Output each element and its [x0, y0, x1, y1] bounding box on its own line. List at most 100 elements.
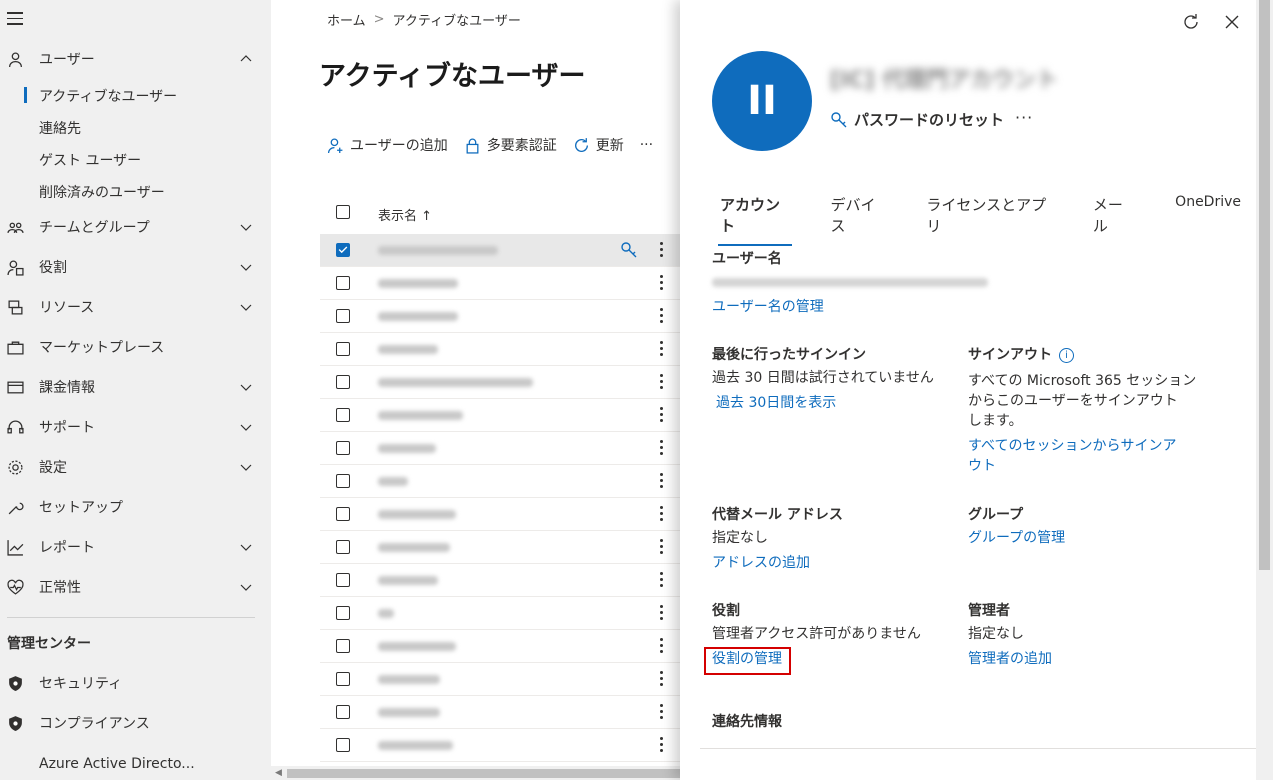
nav-item-roles[interactable]: 役割: [0, 253, 271, 281]
close-icon[interactable]: [1224, 14, 1240, 30]
row-more-icon[interactable]: [660, 605, 664, 621]
row-display-name[interactable]: [378, 576, 438, 585]
table-row[interactable]: [320, 432, 690, 465]
row-more-icon[interactable]: [660, 704, 664, 720]
nav-item-settings[interactable]: 設定: [0, 453, 271, 481]
row-checkbox[interactable]: [336, 474, 350, 488]
refresh-icon[interactable]: [1182, 13, 1200, 31]
table-row[interactable]: [320, 366, 690, 399]
table-row[interactable]: [320, 399, 690, 432]
sidebar-subitem-guest-users[interactable]: ゲスト ユーザー: [0, 146, 271, 172]
row-checkbox[interactable]: [336, 276, 350, 290]
nav-item-compliance[interactable]: コンプライアンス: [0, 709, 271, 737]
table-row[interactable]: [320, 531, 690, 564]
row-display-name[interactable]: [378, 708, 440, 717]
scroll-thumb[interactable]: [1259, 0, 1270, 570]
add-user-button[interactable]: ユーザーの追加: [327, 135, 448, 155]
hamburger-menu-icon[interactable]: [7, 12, 23, 26]
signout-all-sessions-link-cont[interactable]: ウト: [968, 456, 996, 476]
row-checkbox[interactable]: [336, 705, 350, 719]
mfa-button[interactable]: 多要素認証: [464, 135, 557, 155]
more-commands-button[interactable]: ···: [640, 137, 653, 153]
row-display-name[interactable]: [378, 609, 394, 618]
row-display-name[interactable]: [378, 477, 408, 486]
row-checkbox[interactable]: [336, 309, 350, 323]
nav-item-billing[interactable]: 課金情報: [0, 373, 271, 401]
info-icon[interactable]: i: [1059, 348, 1074, 363]
nav-item-setup[interactable]: セットアップ: [0, 493, 271, 521]
table-row[interactable]: [320, 498, 690, 531]
scroll-left-icon[interactable]: ◀: [275, 768, 282, 778]
row-more-icon[interactable]: [660, 539, 664, 555]
row-display-name[interactable]: [378, 543, 450, 552]
row-more-icon[interactable]: [660, 440, 664, 456]
tab-account[interactable]: アカウント: [712, 194, 798, 246]
horizontal-scrollbar[interactable]: ◀: [271, 766, 687, 780]
table-row[interactable]: [320, 729, 690, 762]
signout-all-sessions-link[interactable]: すべてのセッションからサインア: [968, 436, 1176, 456]
row-more-icon[interactable]: [660, 341, 664, 357]
row-display-name[interactable]: [378, 510, 456, 519]
row-checkbox[interactable]: [336, 408, 350, 422]
row-more-icon[interactable]: [660, 506, 664, 522]
row-display-name[interactable]: [378, 642, 456, 651]
row-checkbox[interactable]: [336, 672, 350, 686]
row-more-icon[interactable]: [660, 374, 664, 390]
row-more-icon[interactable]: [660, 638, 664, 654]
row-more-icon[interactable]: [660, 275, 664, 291]
nav-item-resources[interactable]: リソース: [0, 293, 271, 321]
sidebar-subitem-active-users[interactable]: アクティブなユーザー: [0, 82, 271, 108]
nav-item-security[interactable]: セキュリティ: [0, 669, 271, 697]
nav-item-teams-groups[interactable]: チームとグループ: [0, 213, 271, 241]
row-display-name[interactable]: [378, 378, 533, 387]
tab-mail[interactable]: メール: [1085, 194, 1143, 244]
breadcrumb-home[interactable]: ホーム: [327, 10, 366, 29]
row-display-name[interactable]: [378, 312, 458, 321]
vertical-scrollbar[interactable]: [1256, 0, 1273, 780]
row-checkbox[interactable]: [336, 606, 350, 620]
view-last-30-days-link[interactable]: 過去 30日間を表示: [716, 393, 836, 413]
nav-item-users[interactable]: ユーザー: [0, 45, 271, 73]
row-display-name[interactable]: [378, 741, 453, 750]
row-display-name[interactable]: [378, 411, 463, 420]
table-row[interactable]: [320, 234, 690, 267]
row-checkbox[interactable]: [336, 507, 350, 521]
nav-item-marketplace[interactable]: マーケットプレース: [0, 333, 271, 361]
row-checkbox[interactable]: [336, 441, 350, 455]
row-checkbox[interactable]: [336, 375, 350, 389]
refresh-button[interactable]: 更新: [573, 135, 624, 155]
row-checkbox[interactable]: [336, 639, 350, 653]
row-checkbox[interactable]: [336, 573, 350, 587]
reset-password-button[interactable]: パスワードのリセット: [830, 109, 1004, 130]
tab-onedrive[interactable]: OneDrive: [1167, 194, 1249, 244]
row-checkbox[interactable]: [336, 738, 350, 752]
column-display-name[interactable]: 表示名 ↑: [378, 205, 432, 224]
row-more-icon[interactable]: [660, 473, 664, 489]
row-display-name[interactable]: [378, 279, 458, 288]
table-row[interactable]: [320, 663, 690, 696]
table-row[interactable]: [320, 564, 690, 597]
manage-groups-link[interactable]: グループの管理: [968, 528, 1065, 548]
table-row[interactable]: [320, 630, 690, 663]
row-more-icon[interactable]: [660, 572, 664, 588]
manage-username-link[interactable]: ユーザー名の管理: [712, 297, 824, 317]
tab-licenses-apps[interactable]: ライセンスとアプリ: [918, 194, 1061, 244]
row-more-icon[interactable]: [660, 737, 664, 753]
add-manager-link[interactable]: 管理者の追加: [968, 649, 1052, 669]
table-row[interactable]: [320, 597, 690, 630]
row-checkbox[interactable]: [336, 243, 350, 257]
nav-item-health[interactable]: 正常性: [0, 573, 271, 601]
table-row[interactable]: [320, 267, 690, 300]
table-row[interactable]: [320, 465, 690, 498]
row-display-name[interactable]: [378, 345, 438, 354]
nav-item-azure-ad[interactable]: Azure Active Directo...: [0, 750, 271, 778]
row-checkbox[interactable]: [336, 540, 350, 554]
row-checkbox[interactable]: [336, 342, 350, 356]
add-address-link[interactable]: アドレスの追加: [712, 553, 810, 573]
table-row[interactable]: [320, 300, 690, 333]
row-more-icon[interactable]: [660, 308, 664, 324]
row-display-name[interactable]: [378, 675, 440, 684]
key-icon[interactable]: [620, 241, 638, 259]
row-more-icon[interactable]: [660, 671, 664, 687]
sidebar-subitem-contacts[interactable]: 連絡先: [0, 114, 271, 140]
